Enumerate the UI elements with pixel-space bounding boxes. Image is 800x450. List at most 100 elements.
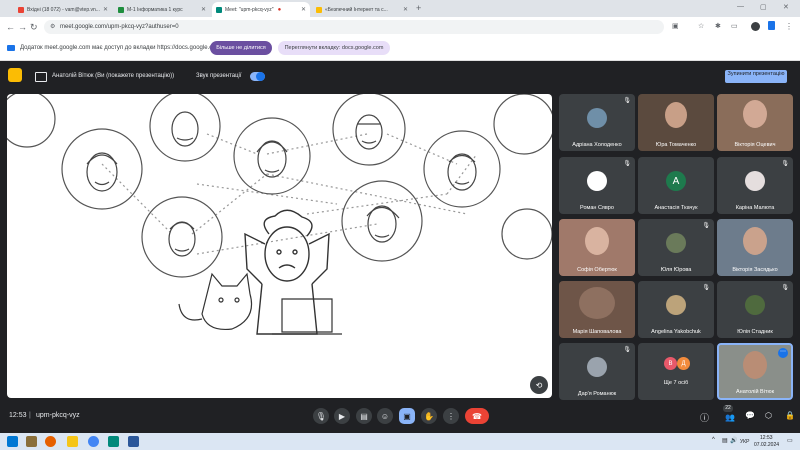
participant-tile[interactable]: Марія Шаповалова (559, 281, 635, 338)
sidepanel-icon[interactable]: ▭ (731, 21, 738, 33)
leave-call-button[interactable]: ☎ (465, 408, 489, 424)
tray-chevron-icon[interactable]: ^ (712, 437, 715, 443)
camera-button[interactable]: ▶ (334, 408, 350, 424)
close-icon[interactable]: ✕ (201, 6, 206, 13)
close-icon[interactable]: ✕ (301, 6, 306, 13)
microphone-button[interactable]: 🎙 (313, 408, 329, 424)
participant-name: Angelina Yakobchuk (651, 329, 701, 335)
participant-name: Софія Обертюк (577, 267, 617, 273)
bookmark-star-icon[interactable]: ☆ (698, 21, 704, 33)
address-bar: ← → ↻ ⚙ meet.google.com/upm-pkcq-vyz?aut… (0, 17, 800, 37)
divider: | (29, 412, 31, 419)
tab-title: M-1 Інформатика 1 курс (127, 6, 183, 13)
file-explorer-icon[interactable] (26, 436, 37, 447)
info-icon[interactable]: ⓘ (700, 411, 709, 424)
keyboard-language[interactable]: УКР (740, 439, 749, 445)
network-icon[interactable]: ▤ (722, 437, 728, 444)
tab-gmail[interactable]: Вхідні (18 072) - vam@vtep.vn... ✕ (14, 2, 112, 17)
avatar (666, 295, 686, 315)
present-button[interactable]: ▣ (399, 408, 415, 424)
sound-toggle[interactable] (250, 72, 265, 81)
raise-hand-button[interactable]: ✋ (421, 408, 437, 424)
self-tile[interactable]: ⋯ Анатолій Вітюк (717, 343, 793, 400)
reload-icon[interactable]: ↻ (30, 21, 38, 33)
participant-tile[interactable]: Юра Томаченко (638, 94, 714, 151)
stop-presenting-button[interactable]: Зупинити презентацію (725, 70, 787, 83)
meeting-code: upm-pkcq-vyz (36, 412, 80, 419)
stop-sharing-button[interactable]: Більше не ділитися (210, 41, 272, 55)
participant-tile[interactable]: 🎙 Angelina Yakobchuk (638, 281, 714, 338)
participant-tile[interactable]: Софія Обертюк (559, 219, 635, 276)
participant-name: Юля Юрова (660, 267, 692, 273)
participant-tile[interactable]: 🎙 Адріана Холоденко (559, 94, 635, 151)
participant-name: Анатолій Вітюк (735, 389, 774, 395)
share-screen-icon (7, 45, 15, 51)
menu-icon[interactable]: ⋮ (785, 21, 793, 33)
firefox-icon[interactable] (45, 436, 56, 447)
download-icon[interactable] (768, 21, 775, 30)
more-options-button[interactable]: ⋮ (443, 408, 459, 424)
camera-indicator-icon[interactable]: ▣ (672, 21, 679, 33)
tab-meet[interactable]: Meet: "upm-pkcq-vyz" ● ✕ (212, 2, 310, 17)
url-field[interactable]: ⚙ meet.google.com/upm-pkcq-vyz?authuser=… (44, 20, 664, 34)
video-face (579, 287, 615, 319)
volume-icon[interactable]: 🔊 (730, 437, 737, 444)
folder-icon[interactable] (67, 436, 78, 447)
extensions-icon[interactable]: ✱ (715, 21, 721, 33)
share-icon[interactable]: ⟲ (530, 376, 548, 394)
profile-avatar[interactable] (751, 22, 760, 31)
participant-tile[interactable]: 🎙 Каріна Малюта (717, 157, 793, 214)
participant-name: Адріана Холоденко (572, 142, 622, 148)
gmail-icon (18, 6, 24, 13)
participant-tile[interactable]: A Анастасія Ткачук (638, 157, 714, 214)
meet-app-icon[interactable] (108, 436, 119, 447)
participant-tile[interactable]: Вікторія Засядько (717, 219, 793, 276)
maximize-button[interactable]: ▢ (760, 3, 767, 11)
tab-docs[interactable]: «Безпечний Інтернет та с... ✕ (312, 2, 412, 17)
word-icon[interactable] (128, 436, 139, 447)
slides-icon (316, 6, 322, 13)
avatar (587, 357, 607, 377)
present-screen-icon (35, 72, 47, 82)
close-window-button[interactable]: ✕ (783, 3, 789, 11)
chrome-icon[interactable] (88, 436, 99, 447)
forward-icon[interactable]: → (18, 21, 27, 33)
captions-button[interactable]: ▤ (356, 408, 372, 424)
participant-name: Юлія Стадник (737, 329, 773, 335)
windows-start-icon[interactable] (7, 436, 18, 447)
participant-tile[interactable]: Вікторія Оцевич (717, 94, 793, 151)
people-icon[interactable]: 👥 (725, 413, 735, 422)
back-icon[interactable]: ← (6, 21, 15, 33)
participant-name: Вікторія Засядько (732, 267, 778, 273)
site-info-icon[interactable]: ⚙ (50, 23, 55, 30)
mic-muted-icon: 🎙 (623, 98, 631, 104)
mic-muted-icon: 🎙 (623, 161, 631, 167)
participant-tile[interactable]: 🎙 Юля Юрова (638, 219, 714, 276)
mic-muted-icon: 🎙 (781, 285, 789, 291)
lock-icon[interactable]: 🔒 (785, 411, 795, 420)
tab-classroom[interactable]: M-1 Інформатика 1 курс ✕ (114, 2, 210, 17)
activities-icon[interactable]: ⬡ (765, 411, 772, 420)
url-text: meet.google.com/upm-pkcq-vyz?authuser=0 (60, 24, 179, 30)
presentation-bar: Анатолій Вітюк (Ви (покажете презентацію… (0, 61, 800, 93)
presentation-slide: ⟲ (7, 94, 552, 398)
notifications-icon[interactable]: ▭ (787, 437, 793, 444)
more-options-icon[interactable]: ⋯ (778, 348, 788, 358)
switch-tab-button[interactable]: Переглянути вкладку: docs.google.com (278, 41, 390, 55)
more-participants-tile[interactable]: В Д Ще 7 осіб (638, 343, 714, 400)
close-icon[interactable]: ✕ (403, 6, 408, 13)
participant-tile[interactable]: 🎙 Роман Сявро (559, 157, 635, 214)
close-icon[interactable]: ✕ (103, 6, 108, 13)
clock-date[interactable]: 07.02.2024 (754, 442, 779, 448)
tab-title: Вхідні (18 072) - vam@vtep.vn... (27, 6, 100, 13)
video-face (743, 351, 767, 379)
new-tab-button[interactable]: + (416, 3, 421, 13)
chat-icon[interactable]: 💬 (745, 411, 755, 420)
participant-tile[interactable]: 🎙 Юлія Стадник (717, 281, 793, 338)
participant-tile[interactable]: 🎙 Дар'я Романюк (559, 343, 635, 400)
sound-label: Звук презентації (196, 73, 242, 79)
emoji-button[interactable]: ☺ (377, 408, 393, 424)
tab-strip: Вхідні (18 072) - vam@vtep.vn... ✕ M-1 І… (0, 0, 800, 17)
clock-time[interactable]: 12:53 (760, 435, 773, 441)
minimize-button[interactable]: — (737, 3, 744, 10)
